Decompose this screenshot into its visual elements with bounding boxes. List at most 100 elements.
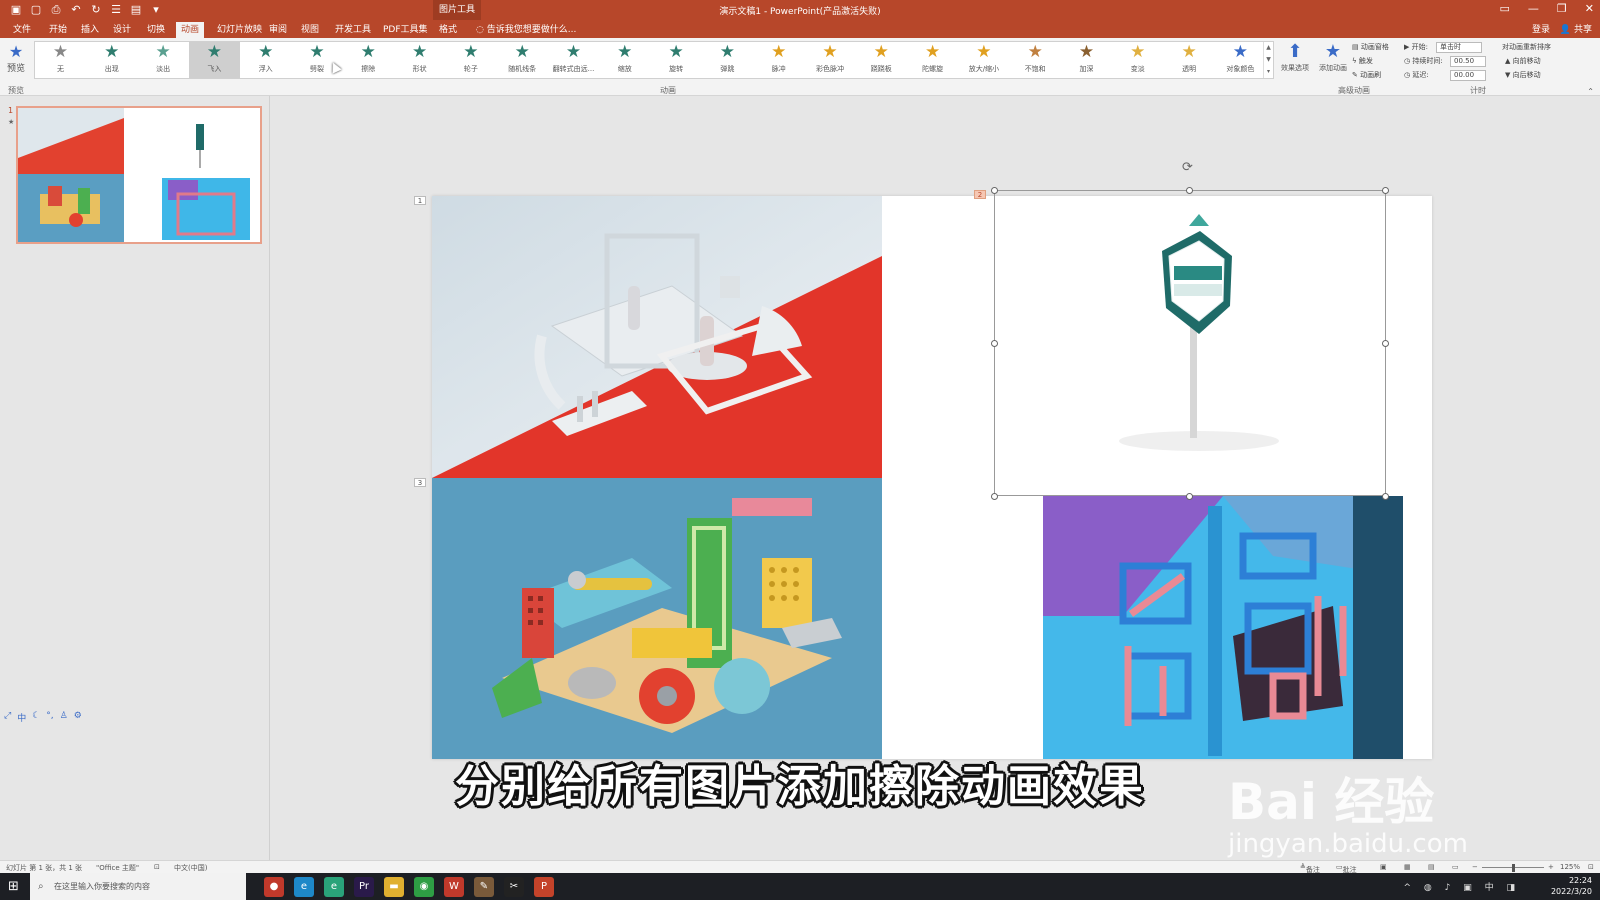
- settings-icon[interactable]: ⚙: [74, 711, 82, 724]
- explorer-app-icon[interactable]: ▬: [384, 877, 404, 897]
- windows-start-icon[interactable]: ⊞: [8, 879, 19, 894]
- login-link[interactable]: 登录: [1532, 22, 1550, 38]
- redo-icon[interactable]: ↻: [90, 3, 102, 16]
- wps-app-icon[interactable]: W: [444, 877, 464, 897]
- animation-effect-21[interactable]: ★ 变淡: [1112, 42, 1163, 78]
- capcut-app-icon[interactable]: ✂: [504, 877, 524, 897]
- open-icon[interactable]: ▤: [130, 3, 142, 16]
- move-later-button[interactable]: ▼ 向后移动: [1505, 69, 1541, 81]
- animation-effect-11[interactable]: ★ 缩放: [599, 42, 650, 78]
- reading-view-icon[interactable]: ▤: [1428, 863, 1435, 871]
- punctuation-icon[interactable]: °,: [46, 711, 53, 724]
- resize-handle-ne[interactable]: [1382, 187, 1389, 194]
- tab-4[interactable]: 切换: [142, 22, 170, 38]
- animation-effect-8[interactable]: ★ 轮子: [445, 42, 496, 78]
- trigger-button[interactable]: ϟ 触发: [1352, 55, 1373, 67]
- picture-red-white-scene[interactable]: [432, 196, 882, 478]
- notes-button[interactable]: ≜ 备注: [1300, 863, 1320, 874]
- fit-icon[interactable]: ⤢: [4, 711, 11, 724]
- animation-effect-17[interactable]: ★ 陀螺旋: [907, 42, 958, 78]
- user-icon[interactable]: ♙: [60, 711, 68, 724]
- zoom-in-icon[interactable]: +: [1548, 863, 1554, 871]
- tab-2[interactable]: 插入: [76, 22, 104, 38]
- fit-slide-icon[interactable]: ⊡: [1588, 863, 1594, 871]
- delay-input[interactable]: 00.00: [1450, 70, 1486, 81]
- animation-effect-16[interactable]: ★ 跷跷板: [856, 42, 907, 78]
- picture-colorful-blocks[interactable]: [432, 478, 882, 759]
- animation-effect-1[interactable]: ★ 出现: [86, 42, 137, 78]
- effect-options-button[interactable]: ⬆ 效果选项: [1276, 41, 1314, 73]
- move-earlier-button[interactable]: ▲ 向前移动: [1505, 55, 1541, 67]
- tell-me-search[interactable]: ◌ 告诉我您想要做什么...: [476, 22, 576, 38]
- customize-icon[interactable]: ▾: [150, 3, 162, 16]
- animation-effect-3[interactable]: ★ 飞入: [188, 42, 240, 78]
- language-status[interactable]: 中文(中国): [174, 863, 207, 873]
- share-button[interactable]: 👤 共享: [1560, 22, 1592, 38]
- slideshow-view-icon[interactable]: ▭: [1452, 863, 1459, 871]
- tab-7[interactable]: 审阅: [264, 22, 292, 38]
- tab-0[interactable]: 文件: [8, 22, 36, 38]
- zoom-level[interactable]: 125%: [1560, 863, 1580, 871]
- animation-effect-10[interactable]: ★ 翻转式由远...: [548, 42, 599, 78]
- resize-handle-sw[interactable]: [991, 493, 998, 500]
- add-animation-button[interactable]: ★ 添加动画: [1314, 41, 1352, 73]
- preview-button[interactable]: ★ 预览: [4, 42, 28, 74]
- animation-effect-14[interactable]: ★ 脉冲: [753, 42, 804, 78]
- edge-app-icon[interactable]: e: [294, 877, 314, 897]
- premiere-app-icon[interactable]: Pr: [354, 877, 374, 897]
- animation-effect-0[interactable]: ★ 无: [35, 42, 86, 78]
- new-icon[interactable]: ▢: [30, 3, 42, 16]
- start-select[interactable]: 单击时: [1436, 42, 1482, 53]
- restore-icon[interactable]: ❐: [1557, 2, 1567, 15]
- animation-pane-button[interactable]: ▤ 动画窗格: [1352, 41, 1389, 53]
- animation-effect-12[interactable]: ★ 旋转: [651, 42, 702, 78]
- animation-effect-18[interactable]: ★ 放大/缩小: [958, 42, 1009, 78]
- resize-handle-n[interactable]: [1186, 187, 1193, 194]
- tab-10[interactable]: PDF工具集: [378, 22, 433, 38]
- ribbon-display-icon[interactable]: ▭: [1500, 2, 1510, 15]
- chrome-app-icon[interactable]: ◉: [414, 877, 434, 897]
- duration-input[interactable]: 00.50: [1450, 56, 1486, 67]
- rotate-handle-icon[interactable]: ⟳: [1182, 160, 1193, 175]
- tab-3[interactable]: 设计: [108, 22, 136, 38]
- minimize-icon[interactable]: —: [1528, 2, 1539, 15]
- record-app-icon[interactable]: ●: [264, 877, 284, 897]
- animation-effect-5[interactable]: ★ 劈裂: [292, 42, 343, 78]
- animation-effect-15[interactable]: ★ 彩色脉冲: [805, 42, 856, 78]
- animation-effect-4[interactable]: ★ 浮入: [240, 42, 291, 78]
- paint-app-icon[interactable]: ✎: [474, 877, 494, 897]
- zoom-out-icon[interactable]: −: [1472, 863, 1478, 871]
- slide-thumbnail[interactable]: [16, 106, 262, 244]
- sorter-view-icon[interactable]: ▦: [1404, 863, 1411, 871]
- comments-button[interactable]: ▭ 批注: [1336, 863, 1357, 874]
- clock[interactable]: 22:24 2022/3/20: [1551, 875, 1592, 897]
- moon-icon[interactable]: ☾: [32, 711, 40, 724]
- tab-1[interactable]: 开始: [44, 22, 72, 38]
- animation-effect-23[interactable]: ★ 对象颜色: [1215, 42, 1266, 78]
- animation-effect-20[interactable]: ★ 加深: [1061, 42, 1112, 78]
- tab-11[interactable]: 格式: [434, 22, 462, 38]
- print-preview-icon[interactable]: ⎙: [50, 3, 62, 16]
- normal-view-icon[interactable]: ▣: [1380, 863, 1387, 871]
- touch-mode-icon[interactable]: ☰: [110, 3, 122, 16]
- chinese-input-icon[interactable]: 中: [17, 711, 26, 724]
- resize-handle-e[interactable]: [1382, 340, 1389, 347]
- powerpoint-app-icon[interactable]: P: [534, 877, 554, 897]
- edge-beta-app-icon[interactable]: e: [324, 877, 344, 897]
- animation-effect-13[interactable]: ★ 弹跳: [702, 42, 753, 78]
- animation-effect-22[interactable]: ★ 透明: [1164, 42, 1215, 78]
- zoom-slider-thumb[interactable]: [1512, 864, 1515, 872]
- animation-effect-9[interactable]: ★ 随机线条: [497, 42, 548, 78]
- save-icon[interactable]: ▣: [10, 3, 22, 16]
- collapse-ribbon-icon[interactable]: ⌃: [1587, 87, 1594, 96]
- tab-5[interactable]: 动画: [176, 22, 205, 38]
- undo-icon[interactable]: ↶: [70, 3, 82, 16]
- animation-effect-6[interactable]: ★ 擦除: [343, 42, 394, 78]
- animation-effect-7[interactable]: ★ 形状: [394, 42, 445, 78]
- animation-tag-2[interactable]: 2: [974, 190, 986, 199]
- system-tray-icons[interactable]: ^ ◍ ♪ ▣ 中 ◨: [1404, 880, 1520, 893]
- close-icon[interactable]: ✕: [1585, 2, 1594, 15]
- tab-6[interactable]: 幻灯片放映: [212, 22, 267, 38]
- spellcheck-icon[interactable]: ⊡: [154, 863, 160, 871]
- resize-handle-s[interactable]: [1186, 493, 1193, 500]
